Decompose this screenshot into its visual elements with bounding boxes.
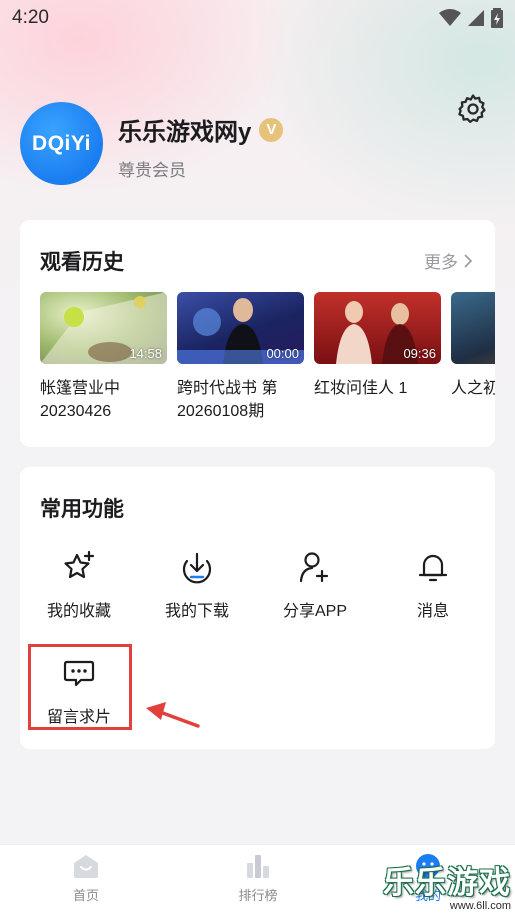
- tab-home[interactable]: 首页: [36, 853, 136, 904]
- star-plus-icon: [64, 550, 95, 579]
- member-level: 尊贵会员: [118, 161, 186, 180]
- function-label: 分享APP: [282, 603, 348, 620]
- video-thumbnail: 09:36: [314, 292, 441, 364]
- history-list: 14:58 帐篷营业中 20230426 00:00 跨时代战书 第202601…: [40, 292, 495, 432]
- signal-icon: [468, 10, 484, 26]
- battery-icon: [491, 8, 503, 28]
- watermark-text: 乐乐游戏: [383, 865, 511, 900]
- tab-label: 首页: [72, 888, 99, 903]
- function-label: 消息: [416, 603, 449, 620]
- video-duration: 09:36: [403, 346, 436, 361]
- username[interactable]: 乐乐游戏网y V: [118, 112, 284, 147]
- function-label: 我的收藏: [46, 603, 111, 620]
- history-item[interactable]: 09:36 红妆问佳人 1: [314, 292, 441, 400]
- user-add-icon: [299, 552, 329, 583]
- arrow-annotation-icon: [146, 702, 200, 728]
- video-thumbnail: 00:00: [177, 292, 304, 364]
- favorites-button[interactable]: 我的收藏: [20, 549, 138, 621]
- share-app-button[interactable]: 分享APP: [256, 549, 374, 621]
- status-time: 4:20: [12, 7, 49, 28]
- request-movie-button[interactable]: 留言求片: [20, 655, 138, 727]
- history-item[interactable]: 00:00 跨时代战书 第20260108期: [177, 292, 304, 423]
- video-duration: 14:58: [129, 346, 162, 361]
- vip-badge-icon: V: [259, 117, 284, 142]
- function-label: 我的下载: [164, 603, 229, 620]
- watermark-url: www.6ll.com: [449, 900, 511, 912]
- video-title: 红妆问佳人 1: [314, 380, 408, 397]
- video-duration: 00:00: [266, 346, 299, 361]
- message-icon: [63, 660, 95, 687]
- tab-label: 排行榜: [238, 888, 278, 903]
- bell-icon: [418, 554, 448, 582]
- video-title: 人之初 看版: [451, 380, 495, 397]
- wifi-icon: [439, 9, 461, 26]
- more-label: 更多: [424, 253, 458, 272]
- status-icons: [439, 8, 503, 28]
- video-thumbnail: 14:58: [40, 292, 167, 364]
- tab-ranking[interactable]: 排行榜: [208, 853, 308, 904]
- status-bar: 4:20: [0, 0, 515, 36]
- messages-button[interactable]: 消息: [374, 549, 492, 621]
- avatar[interactable]: DQiYi: [20, 102, 103, 185]
- history-item[interactable]: 人之初 看版: [451, 292, 495, 400]
- downloads-button[interactable]: 我的下载: [138, 549, 256, 621]
- chevron-right-icon: [464, 253, 473, 268]
- watch-history-title: 观看历史: [40, 251, 124, 274]
- watermark-logo: 乐乐游戏 www.6ll.com: [383, 865, 511, 913]
- profile-header: DQiYi 乐乐游戏网y V 尊贵会员: [20, 94, 500, 186]
- settings-gear-icon[interactable]: [456, 92, 490, 126]
- video-thumbnail: [451, 292, 495, 364]
- function-label: 留言求片: [46, 709, 111, 726]
- common-functions-title: 常用功能: [40, 498, 124, 521]
- ranking-icon: [247, 855, 269, 878]
- more-link[interactable]: 更多: [424, 248, 473, 273]
- username-text: 乐乐游戏网y: [118, 119, 252, 146]
- watch-history-card: 观看历史 更多 14:58 帐篷营业中 20230426 00:00 跨时代战书…: [20, 220, 495, 447]
- common-functions-card: 常用功能 我的收藏 我的下载 分享APP 消息 留言求片: [20, 467, 495, 749]
- history-item[interactable]: 14:58 帐篷营业中 20230426: [40, 292, 167, 423]
- video-title: 跨时代战书 第20260108期: [177, 380, 278, 420]
- download-icon: [182, 552, 212, 584]
- home-icon: [74, 855, 98, 878]
- video-title: 帐篷营业中 20230426: [40, 380, 121, 420]
